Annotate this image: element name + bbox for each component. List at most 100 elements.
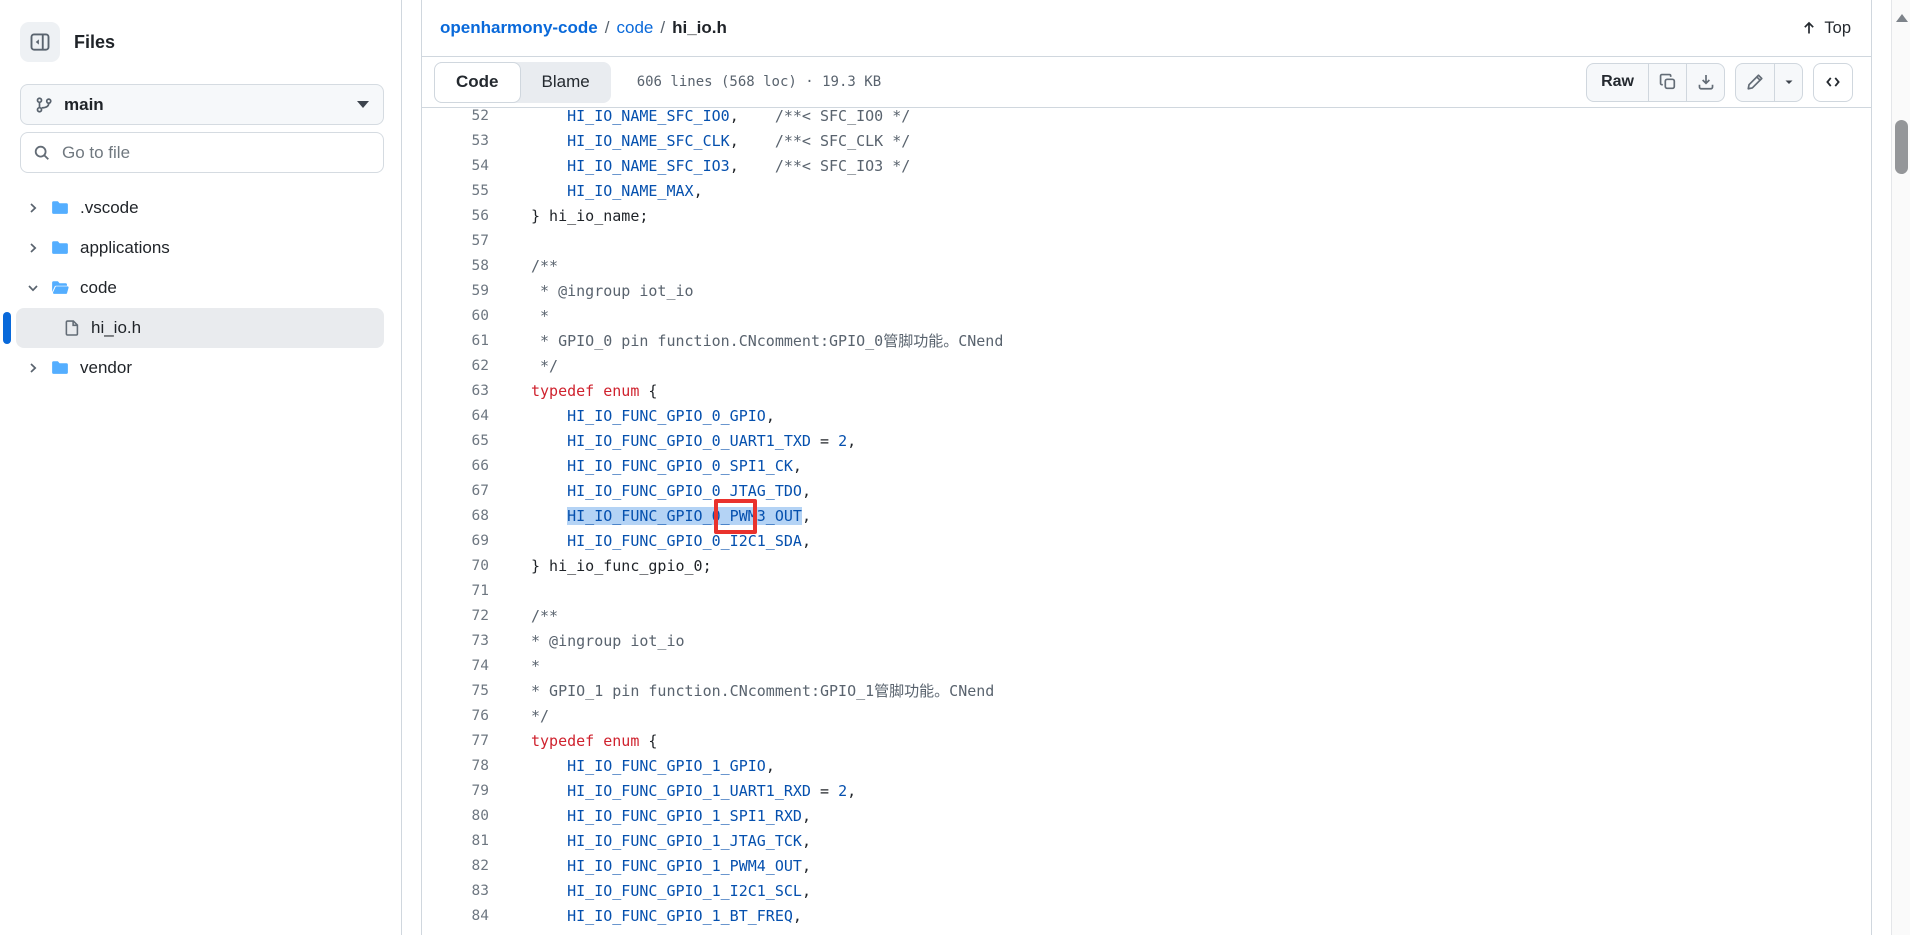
code-line: 71 bbox=[422, 579, 1871, 604]
edit-file-button[interactable] bbox=[1736, 64, 1774, 101]
edit-group bbox=[1735, 63, 1803, 102]
line-number[interactable]: 61 bbox=[422, 329, 489, 354]
code-line-text: * bbox=[489, 654, 540, 679]
scrollbar-up-arrow-icon[interactable] bbox=[1896, 14, 1908, 22]
line-number[interactable]: 71 bbox=[422, 579, 489, 604]
breadcrumb-dir-link[interactable]: code bbox=[616, 18, 653, 37]
code-line: 55 HI_IO_NAME_MAX, bbox=[422, 179, 1871, 204]
code-line-text: } hi_io_name; bbox=[489, 204, 648, 229]
copy-raw-content-button[interactable] bbox=[1648, 64, 1686, 101]
code-line: 76*/ bbox=[422, 704, 1871, 729]
line-number[interactable]: 68 bbox=[422, 504, 489, 529]
file-tree-sidebar: Files main Go to file .vscodeapplication… bbox=[0, 0, 402, 935]
back-to-top-button[interactable]: Top bbox=[1801, 19, 1851, 38]
line-number[interactable]: 54 bbox=[422, 154, 489, 179]
code-viewer[interactable]: 52 HI_IO_NAME_SFC_IO0, /**< SFC_IO0 */53… bbox=[422, 108, 1871, 935]
line-number[interactable]: 66 bbox=[422, 454, 489, 479]
line-number[interactable]: 74 bbox=[422, 654, 489, 679]
top-button-label: Top bbox=[1824, 19, 1851, 38]
code-line: 62 */ bbox=[422, 354, 1871, 379]
edit-options-dropdown[interactable] bbox=[1774, 64, 1802, 101]
file-tree: .vscodeapplicationscodehi_io.hvendor bbox=[0, 188, 402, 388]
code-line-text: } hi_io_func_gpio_0; bbox=[489, 554, 712, 579]
code-line: 58/** bbox=[422, 254, 1871, 279]
line-number[interactable]: 70 bbox=[422, 554, 489, 579]
code-symbol-icon bbox=[1824, 73, 1842, 91]
code-line-text: * GPIO_1 pin function.CNcomment:GPIO_1管脚… bbox=[489, 679, 994, 704]
tree-item-code[interactable]: code bbox=[16, 268, 384, 308]
sidebar-title: Files bbox=[74, 32, 115, 53]
line-number[interactable]: 67 bbox=[422, 479, 489, 504]
tree-item-label: vendor bbox=[80, 358, 132, 378]
current-branch-label: main bbox=[64, 95, 104, 115]
tab-code[interactable]: Code bbox=[434, 62, 521, 103]
code-blame-switcher: Code Blame bbox=[434, 62, 611, 103]
scrollbar-thumb[interactable] bbox=[1895, 120, 1908, 174]
line-number[interactable]: 60 bbox=[422, 304, 489, 329]
line-number[interactable]: 83 bbox=[422, 879, 489, 904]
edit-pencil-icon bbox=[1746, 73, 1764, 91]
tab-blame[interactable]: Blame bbox=[521, 62, 611, 103]
download-raw-file-button[interactable] bbox=[1686, 64, 1724, 101]
chevron-right-icon bbox=[16, 240, 50, 256]
line-number[interactable]: 82 bbox=[422, 854, 489, 879]
line-number[interactable]: 58 bbox=[422, 254, 489, 279]
code-line-text: HI_IO_NAME_SFC_IO3, /**< SFC_IO3 */ bbox=[489, 154, 910, 179]
line-number[interactable]: 57 bbox=[422, 229, 489, 254]
line-number[interactable]: 69 bbox=[422, 529, 489, 554]
code-line: 79 HI_IO_FUNC_GPIO_1_UART1_RXD = 2, bbox=[422, 779, 1871, 804]
code-line-text: /** bbox=[489, 254, 558, 279]
line-number[interactable]: 79 bbox=[422, 779, 489, 804]
branch-caret-icon bbox=[357, 101, 369, 108]
file-actions: Raw bbox=[1586, 63, 1853, 102]
symbols-panel-button[interactable] bbox=[1813, 63, 1853, 102]
folder-open-icon bbox=[50, 279, 70, 297]
search-placeholder: Go to file bbox=[62, 143, 130, 163]
line-number[interactable]: 77 bbox=[422, 729, 489, 754]
collapse-sidebar-button[interactable] bbox=[20, 22, 60, 62]
download-icon bbox=[1697, 73, 1715, 91]
breadcrumb-repo-link[interactable]: openharmony-code bbox=[440, 18, 598, 37]
line-number[interactable]: 81 bbox=[422, 829, 489, 854]
tree-item-vscode[interactable]: .vscode bbox=[16, 188, 384, 228]
line-number[interactable]: 76 bbox=[422, 704, 489, 729]
breadcrumb-separator: / bbox=[598, 18, 617, 37]
code-line: 69 HI_IO_FUNC_GPIO_0_I2C1_SDA, bbox=[422, 529, 1871, 554]
line-number[interactable]: 80 bbox=[422, 804, 489, 829]
code-line-text: HI_IO_FUNC_GPIO_0_PWM3_OUT, bbox=[489, 504, 811, 529]
code-line-text: HI_IO_FUNC_GPIO_0_UART1_TXD = 2, bbox=[489, 429, 856, 454]
code-line-text: * @ingroup iot_io bbox=[489, 279, 694, 304]
line-number[interactable]: 65 bbox=[422, 429, 489, 454]
code-line-text: HI_IO_FUNC_GPIO_1_JTAG_TCK, bbox=[489, 829, 811, 854]
code-line: 75* GPIO_1 pin function.CNcomment:GPIO_1… bbox=[422, 679, 1871, 704]
raw-button[interactable]: Raw bbox=[1587, 64, 1648, 101]
code-line: 70} hi_io_func_gpio_0; bbox=[422, 554, 1871, 579]
line-number[interactable]: 53 bbox=[422, 129, 489, 154]
line-number[interactable]: 63 bbox=[422, 379, 489, 404]
line-number[interactable]: 78 bbox=[422, 754, 489, 779]
code-line-text: HI_IO_FUNC_GPIO_0_I2C1_SDA, bbox=[489, 529, 811, 554]
page-scrollbar[interactable] bbox=[1891, 0, 1910, 935]
code-line-text: typedef enum { bbox=[489, 729, 657, 754]
line-number[interactable]: 72 bbox=[422, 604, 489, 629]
line-number[interactable]: 55 bbox=[422, 179, 489, 204]
branch-selector[interactable]: main bbox=[20, 84, 384, 125]
file-icon bbox=[63, 319, 81, 337]
code-line: 74* bbox=[422, 654, 1871, 679]
line-number[interactable]: 73 bbox=[422, 629, 489, 654]
tree-item-vendor[interactable]: vendor bbox=[16, 348, 384, 388]
tree-item-applications[interactable]: applications bbox=[16, 228, 384, 268]
line-number[interactable]: 56 bbox=[422, 204, 489, 229]
code-line: 73* @ingroup iot_io bbox=[422, 629, 1871, 654]
line-number[interactable]: 59 bbox=[422, 279, 489, 304]
go-to-file-input[interactable]: Go to file bbox=[20, 132, 384, 173]
line-number[interactable]: 75 bbox=[422, 679, 489, 704]
line-number[interactable]: 84 bbox=[422, 904, 489, 929]
line-number[interactable]: 64 bbox=[422, 404, 489, 429]
line-number[interactable]: 52 bbox=[422, 108, 489, 129]
tree-item-hi-io-h[interactable]: hi_io.h bbox=[16, 308, 384, 348]
code-line: 56} hi_io_name; bbox=[422, 204, 1871, 229]
code-line-text: * bbox=[489, 304, 549, 329]
line-number[interactable]: 62 bbox=[422, 354, 489, 379]
folder-icon bbox=[50, 199, 70, 217]
